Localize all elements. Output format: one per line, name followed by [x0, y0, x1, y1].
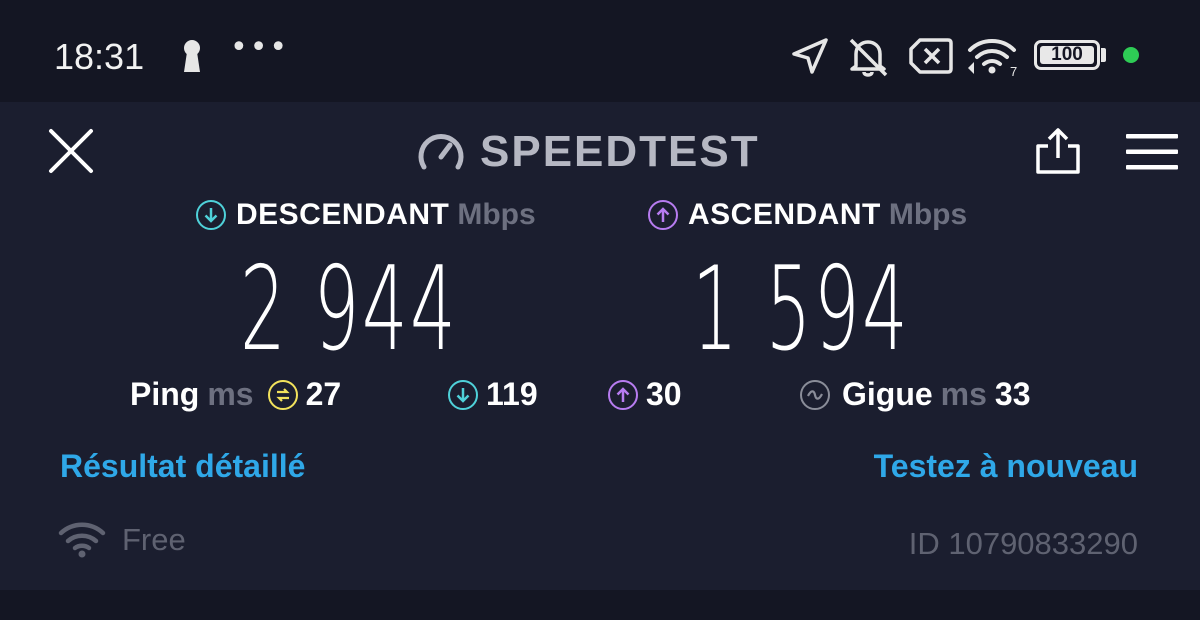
sim-x-icon	[908, 36, 954, 80]
speedtest-logo: SPEEDTEST	[416, 124, 760, 180]
status-time: 18:31	[54, 36, 145, 77]
keyhole-icon	[178, 38, 206, 78]
download-header: DESCENDANT Mbps	[196, 198, 536, 232]
bell-off-icon	[846, 36, 890, 82]
svg-text:7: 7	[1010, 64, 1017, 78]
ping-upload-stat: 30	[608, 376, 682, 413]
result-id: ID 10790833290	[908, 526, 1138, 561]
battery-level: 100	[1051, 44, 1083, 65]
upload-unit: Mbps	[888, 198, 968, 231]
close-button[interactable]	[46, 126, 96, 176]
download-latency-icon	[448, 379, 478, 410]
test-again-link[interactable]: Testez à nouveau	[874, 448, 1138, 485]
menu-button[interactable]	[1124, 132, 1180, 172]
share-icon	[1036, 128, 1080, 174]
upload-latency-icon	[608, 379, 638, 410]
ping-upload-value: 30	[646, 376, 682, 412]
speedtest-result-panel: SPEEDTEST DESCENDANT Mbps ASCENDANT Mbps…	[0, 102, 1200, 590]
speedometer-icon	[418, 134, 464, 170]
ping-unit: ms	[207, 376, 254, 412]
ping-download-stat: 119	[448, 376, 538, 413]
wifi-icon	[58, 522, 106, 558]
jitter-wave-icon	[800, 379, 830, 410]
jitter-stat: Gigue ms 33	[800, 376, 1031, 413]
network-info: Free	[58, 522, 186, 558]
download-label: DESCENDANT	[236, 198, 450, 231]
download-unit: Mbps	[457, 198, 536, 231]
bottom-bar	[0, 590, 1200, 620]
upload-speed-value: 1 594	[692, 242, 911, 377]
idle-latency-icon	[267, 379, 298, 410]
ping-idle-stat: Ping ms 27	[130, 376, 341, 413]
ping-idle-value: 27	[305, 376, 342, 412]
ping-label: Ping	[130, 376, 200, 412]
latency-stats-row: Ping ms 27 119 30 Gigue ms 33	[0, 376, 1200, 426]
jitter-value: 33	[994, 376, 1031, 412]
close-icon	[49, 129, 93, 173]
download-speed-value: 2 944	[240, 242, 459, 377]
download-arrow-icon	[196, 200, 226, 230]
battery-icon: 100	[1034, 40, 1100, 70]
jitter-unit: ms	[940, 376, 987, 412]
status-dot	[1123, 47, 1139, 63]
detailed-result-link[interactable]: Résultat détaillé	[60, 448, 305, 485]
brand-title: SPEEDTEST	[480, 127, 760, 176]
status-bar: 18:31 ••• 7 100	[0, 0, 1200, 102]
upload-label: ASCENDANT	[688, 198, 881, 231]
more-dots-icon: •••	[230, 30, 290, 65]
network-name: Free	[122, 522, 186, 557]
upload-header: ASCENDANT Mbps	[648, 198, 967, 232]
battery-tip	[1101, 48, 1106, 62]
upload-arrow-icon	[648, 200, 678, 230]
ping-download-value: 119	[486, 376, 538, 412]
jitter-label: Gigue	[842, 376, 933, 412]
wifi-7-icon: 7	[966, 36, 1022, 82]
menu-icon	[1126, 134, 1178, 170]
share-button[interactable]	[1032, 126, 1084, 176]
navigation-icon	[790, 36, 830, 80]
